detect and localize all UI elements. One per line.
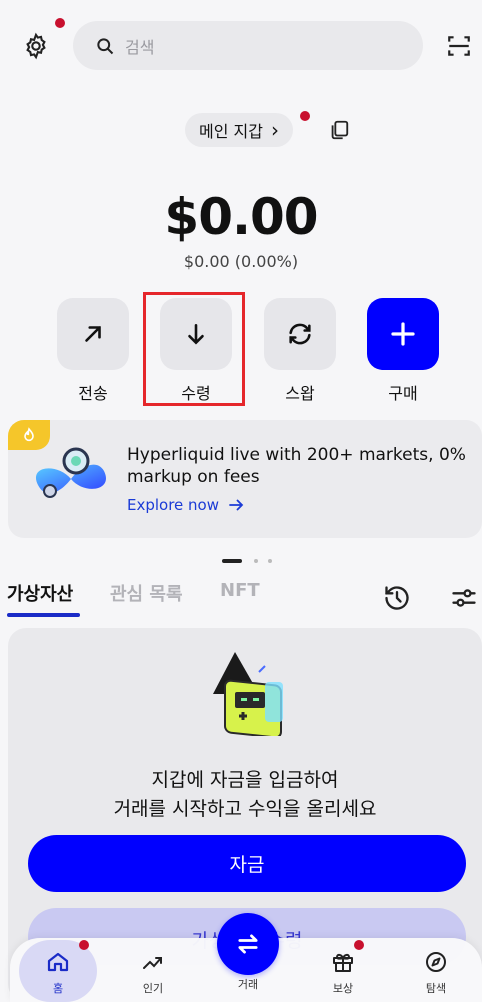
home-notification-dot — [79, 940, 89, 950]
nav-trade[interactable]: 거래 — [210, 940, 286, 1002]
nav-explore-label: 탐색 — [425, 982, 447, 995]
tab-crypto[interactable]: 가상자산 — [7, 580, 73, 606]
tab-watchlist[interactable]: 관심 목록 — [110, 580, 183, 606]
promo-explore-link[interactable]: Explore now — [127, 496, 245, 514]
scan-button[interactable] — [443, 30, 475, 62]
history-icon — [385, 586, 409, 610]
arrow-up-right-icon — [85, 326, 101, 342]
search-placeholder: 검색 — [125, 37, 155, 57]
plus-icon — [391, 322, 415, 346]
history-button[interactable] — [381, 582, 413, 614]
send-button[interactable] — [57, 298, 129, 370]
hyperliquid-logo — [28, 445, 114, 507]
balance-change: $0.00 (0.00%) — [183, 252, 299, 271]
buy-label: 구매 — [388, 384, 418, 403]
search-bar[interactable]: 검색 — [73, 21, 423, 70]
swap-button[interactable] — [264, 298, 336, 370]
trending-icon — [143, 957, 162, 969]
swap-refresh-icon — [289, 323, 311, 345]
send-label: 전송 — [78, 384, 108, 403]
wallet-selector[interactable]: 메인 지갑 › — [185, 113, 293, 147]
nav-rewards[interactable]: 보상 — [305, 940, 381, 1002]
sliders-icon — [452, 589, 476, 607]
receive-highlight — [143, 292, 245, 406]
nav-trending-label: 인기 — [142, 982, 164, 995]
pager-dot — [268, 559, 272, 563]
tab-underline — [7, 613, 80, 617]
filter-button[interactable] — [448, 582, 480, 614]
compass-icon — [426, 952, 446, 972]
wallet-notification-dot — [300, 111, 310, 121]
gift-icon — [333, 953, 353, 972]
swap-label: 스왑 — [285, 384, 315, 403]
arrow-right-icon — [229, 499, 244, 511]
rewards-notification-dot — [354, 940, 364, 950]
home-icon — [47, 952, 69, 972]
gear-icon — [26, 32, 46, 60]
settings-button[interactable] — [20, 30, 52, 62]
copy-button[interactable] — [326, 117, 352, 143]
search-icon — [97, 37, 114, 54]
chevron-right-icon: › — [270, 118, 279, 142]
promo-title: Hyperliquid live with 200+ markets, 0% m… — [127, 445, 466, 487]
nav-home-label: 홈 — [52, 982, 64, 995]
pager-dot-active — [222, 559, 242, 563]
nav-rewards-label: 보상 — [332, 982, 354, 995]
carousel-indicator — [222, 559, 274, 563]
buy-button[interactable] — [367, 298, 439, 370]
tab-nft[interactable]: NFT — [220, 580, 260, 601]
promo-link-label: Explore now — [127, 496, 220, 514]
flame-icon — [24, 427, 34, 442]
scan-icon — [448, 36, 470, 56]
empty-state-line2: 거래를 시작하고 수익을 올리세요 — [113, 798, 377, 820]
settings-notification-dot — [55, 18, 65, 28]
balance-amount: $0.00 — [164, 188, 318, 246]
copy-icon — [331, 120, 349, 140]
empty-state-line1: 지갑에 자금을 입금하여 — [151, 769, 339, 791]
wallet-illustration — [205, 648, 295, 739]
nav-trending[interactable]: 인기 — [115, 940, 191, 1002]
wallet-name: 메인 지갑 — [199, 122, 263, 141]
fund-button[interactable]: 자금 — [28, 835, 466, 892]
nav-trade-label: 거래 — [237, 978, 259, 991]
nav-explore[interactable]: 탐색 — [398, 940, 474, 1002]
pager-dot — [254, 559, 258, 563]
